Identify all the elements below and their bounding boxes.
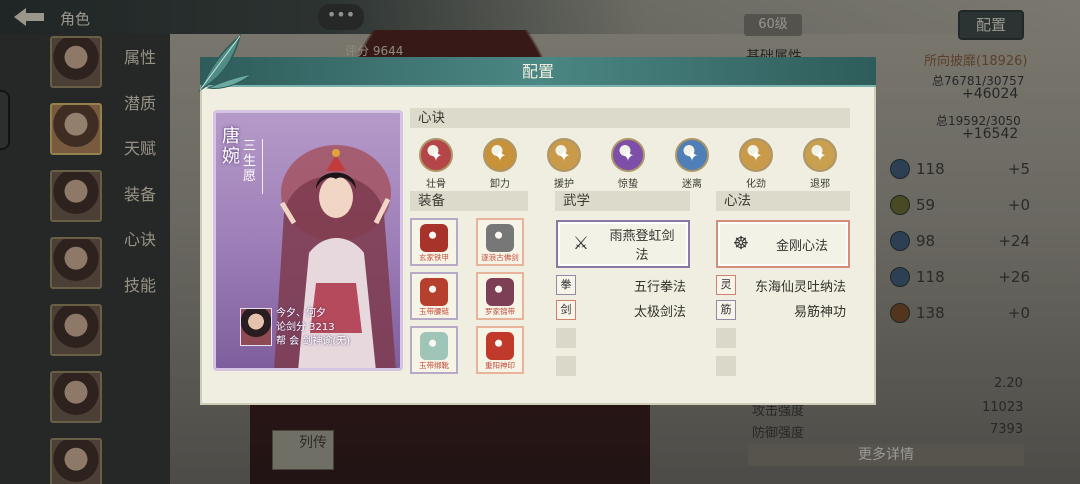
xinjue-xieli-icon: ✦	[483, 138, 517, 172]
equipment-icon	[420, 278, 448, 306]
sword-stance-icon: ⚔	[572, 233, 590, 254]
xinjue-yuanhu-icon: ✦	[547, 138, 581, 172]
equipment-slot[interactable]: 玉带绑靴	[410, 326, 458, 374]
equipment-label: 玉带绑靴	[419, 361, 449, 370]
inner-art-item[interactable]: 灵 东海仙灵吐纳法	[716, 274, 846, 296]
xinjue-jingzhe[interactable]: ✦ 惊蛰	[608, 138, 648, 190]
dialog-header: 配置	[200, 57, 876, 87]
xinjue-label: 退邪	[810, 179, 830, 190]
equipment-icon	[420, 224, 448, 252]
section-xinfa: 心法	[716, 191, 850, 211]
equipment-label: 玉带腰链	[419, 307, 449, 316]
xinjue-zhuanggu[interactable]: ✦ 壮骨	[416, 138, 456, 190]
equipment-icon	[486, 332, 514, 360]
equipment-slot[interactable]: 逐浪古佛剑	[476, 218, 524, 266]
xinjue-jingzhe-icon: ✦	[611, 138, 645, 172]
xinjue-huajin-icon: ✦	[739, 138, 773, 172]
inner-art-item[interactable]: 筋 易筋神功	[716, 299, 846, 321]
equipment-slot[interactable]: 重阳神印	[476, 326, 524, 374]
equipment-label: 玄家铁甲	[419, 253, 449, 262]
xinjue-mili[interactable]: ✦ 迷离	[672, 138, 712, 190]
xinjue-mili-icon: ✦	[675, 138, 709, 172]
empty-skill-slot[interactable]	[716, 355, 736, 377]
character-name: 唐婉	[222, 126, 240, 167]
section-xinjue: 心诀	[410, 108, 850, 128]
character-card[interactable]: 唐婉 三生愿 今夕、何夕 论剑分 3213 帮 会 剑神谕(无)	[213, 110, 403, 371]
xinjue-label: 卸力	[490, 179, 510, 190]
equipment-slot[interactable]: 罗家锦带	[476, 272, 524, 320]
xinjue-huajin[interactable]: ✦ 化劲	[736, 138, 776, 190]
xinjue-label: 壮骨	[426, 179, 446, 190]
xinjue-tuixie-icon: ✦	[803, 138, 837, 172]
xinjue-tuixie[interactable]: ✦ 退邪	[800, 138, 840, 190]
martial-skill-item[interactable]: 拳 五行拳法	[556, 274, 686, 296]
xinjue-label: 惊蛰	[618, 179, 638, 190]
xinjue-xieli[interactable]: ✦ 卸力	[480, 138, 520, 190]
tendon-icon: 筋	[716, 300, 736, 320]
martial-skill-item[interactable]: 剑 太极剑法	[556, 299, 686, 321]
equipment-icon	[486, 278, 514, 306]
section-wuxue: 武学	[555, 191, 690, 211]
main-inner-art[interactable]: ☸ 金刚心法	[716, 220, 850, 268]
owner-info: 今夕、何夕 论剑分 3213 帮 会 剑神谕(无)	[276, 307, 350, 349]
empty-skill-slot[interactable]	[556, 355, 576, 377]
leaf-ornament-icon	[198, 33, 253, 92]
empty-skill-slot[interactable]	[556, 327, 576, 349]
equipment-icon	[420, 332, 448, 360]
guild-info: 帮 会 剑神谕(无)	[276, 336, 351, 347]
equipment-label: 逐浪古佛剑	[481, 253, 519, 262]
section-equipment: 装备	[410, 191, 528, 211]
xinjue-zhuanggu-icon: ✦	[419, 138, 453, 172]
dialog-title: 配置	[521, 62, 554, 81]
equipment-label: 重阳神印	[485, 361, 515, 370]
xinjue-yuanhu[interactable]: ✦ 援护	[544, 138, 584, 190]
equipment-slot[interactable]: 玉带腰链	[410, 272, 458, 320]
xinjue-label: 援护	[554, 179, 574, 190]
sword-icon: 剑	[556, 300, 576, 320]
owner-avatar	[240, 308, 272, 346]
meditation-icon: ☸	[732, 233, 750, 254]
equipment-icon	[486, 224, 514, 252]
sword-score: 论剑分 3213	[276, 322, 335, 333]
owner-name: 今夕、何夕	[276, 308, 326, 319]
empty-skill-slot[interactable]	[716, 327, 736, 349]
fist-icon: 拳	[556, 275, 576, 295]
main-martial-skill[interactable]: ⚔ 雨燕登虹剑法	[556, 220, 690, 268]
equipment-slot[interactable]: 玄家铁甲	[410, 218, 458, 266]
character-subtitle: 三生愿	[243, 139, 257, 184]
xinjue-label: 化劲	[746, 179, 766, 190]
card-divider	[262, 139, 263, 194]
xinjue-label: 迷离	[682, 179, 702, 190]
breath-icon: 灵	[716, 275, 736, 295]
equipment-label: 罗家锦带	[485, 307, 515, 316]
